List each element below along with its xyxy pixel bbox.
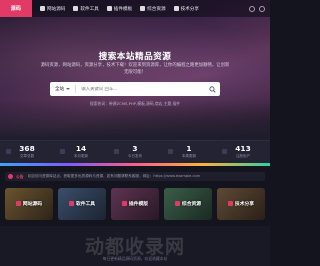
nav-item-software-tools[interactable]: 软件工具 — [73, 6, 99, 12]
notice-bar[interactable]: 公告 欢迎访问资源库站点，获取更多优质源码与资源，如有问题请联系客服，网址：ht… — [5, 172, 265, 181]
card-label: 插件模版 — [111, 200, 159, 207]
accent-gradient-bar — [0, 163, 270, 166]
stat-value: 14 — [75, 144, 87, 153]
top-navbar: 源码 网站源码 软件工具 插件模板 综合资源 技术分享 — [0, 0, 270, 17]
content-section: 动都收录网 每日更新精品源码资源，欢迎收藏本站 — [0, 226, 270, 266]
search-divider — [75, 85, 77, 93]
search-icon — [208, 85, 216, 93]
search-category-select[interactable]: 全站 — [55, 86, 71, 92]
stat-weekly: 1 本周更新 — [162, 141, 216, 164]
stat-value: 3 — [132, 144, 138, 153]
watermark-text: 动都收录网 — [84, 236, 185, 258]
stat-monthly: 14 本月更新 — [54, 141, 108, 164]
stat-label: 本周更新 — [181, 154, 197, 158]
grid-icon — [15, 200, 21, 206]
card-label: 技术分享 — [217, 200, 265, 207]
card-label: 软件工具 — [58, 200, 106, 207]
nav-actions — [249, 5, 265, 12]
box-icon — [140, 6, 146, 11]
stat-label: 注册用户 — [235, 154, 251, 158]
card-label: 综合资源 — [164, 200, 212, 207]
plugin-icon — [121, 200, 127, 206]
bell-icon — [8, 174, 13, 179]
category-card-plugin-templates[interactable]: 插件模版 — [111, 188, 159, 220]
category-card-resources[interactable]: 综合资源 — [164, 188, 212, 220]
search-icon[interactable] — [249, 5, 255, 12]
stat-value: 413 — [235, 144, 251, 153]
category-card-tech-share[interactable]: 技术分享 — [217, 188, 265, 220]
card-label-text: 技术分享 — [234, 202, 255, 207]
nav-item-label: 网站源码 — [47, 6, 66, 12]
user-icon[interactable] — [259, 5, 265, 12]
nav-item-plugin-templates[interactable]: 插件模板 — [106, 6, 133, 12]
chevron-down-icon — [66, 88, 71, 90]
hot-keywords: 搜索热词：带源ZCMS,PHP,模板,源码,商店,主题,插件 — [89, 101, 181, 106]
stat-label: 文章总数 — [19, 154, 35, 158]
grid-icon — [40, 6, 45, 11]
category-card-software-tools[interactable]: 软件工具 — [58, 188, 106, 220]
section-caption: 每日更新精品源码资源，欢迎收藏本站 — [102, 256, 168, 261]
notice-tag: 公告 — [16, 173, 24, 179]
category-card-website-source[interactable]: 网站源码 — [5, 188, 53, 220]
plugin-icon — [106, 6, 112, 11]
box-icon — [174, 200, 180, 206]
search-button[interactable] — [207, 84, 217, 94]
search-category-label: 全站 — [55, 87, 65, 92]
search-bar: 全站 — [50, 82, 220, 96]
site-logo[interactable]: 源码 — [0, 0, 32, 17]
card-label-text: 综合资源 — [181, 202, 202, 207]
nav-item-label: 综合资源 — [147, 6, 166, 12]
stat-label: 本月更新 — [73, 154, 89, 158]
card-label-text: 网站源码 — [22, 202, 43, 207]
stat-users: 413 注册用户 — [216, 141, 270, 164]
share-icon — [227, 200, 233, 206]
stat-value: 1 — [186, 144, 192, 153]
stat-label: 今日发布 — [127, 154, 143, 158]
hero-banner: 源码 网站源码 软件工具 插件模板 综合资源 技术分享 搜索本站精品资源 源码资… — [0, 0, 270, 140]
stat-value: 368 — [19, 144, 35, 153]
stat-articles: 368 文章总数 — [0, 141, 54, 164]
nav-item-label: 软件工具 — [80, 6, 99, 12]
stat-today: 3 今日发布 — [108, 141, 162, 164]
hero-description: 源码资源，网站源码，资源分享，技术下载！欢迎来到资源库，让你的编程之路更加顺畅，… — [40, 63, 230, 75]
hero-title: 搜索本站精品资源 — [98, 52, 172, 62]
nav-item-resources[interactable]: 综合资源 — [140, 6, 166, 12]
stats-bar: 368 文章总数 14 本月更新 3 今日发布 1 本周更新 413 注册用户 — [0, 140, 270, 164]
tool-icon — [68, 200, 74, 206]
nav-item-label: 插件模板 — [113, 6, 133, 12]
category-cards: 网站源码 软件工具 插件模版 综合资源 技术分享 — [5, 188, 265, 220]
card-label-text: 软件工具 — [75, 202, 96, 207]
nav-item-website-source[interactable]: 网站源码 — [40, 6, 65, 12]
card-label-text: 插件模版 — [128, 202, 149, 207]
nav-item-tech-share[interactable]: 技术分享 — [173, 6, 199, 12]
tool-icon — [73, 6, 79, 11]
nav-item-label: 技术分享 — [180, 6, 199, 12]
notice-message: 欢迎访问资源库站点，获取更多优质源码与资源，如有问题请联系客服，网址：https… — [27, 174, 201, 178]
search-input[interactable] — [81, 86, 207, 92]
share-icon — [173, 6, 179, 11]
card-label: 网站源码 — [5, 200, 53, 207]
